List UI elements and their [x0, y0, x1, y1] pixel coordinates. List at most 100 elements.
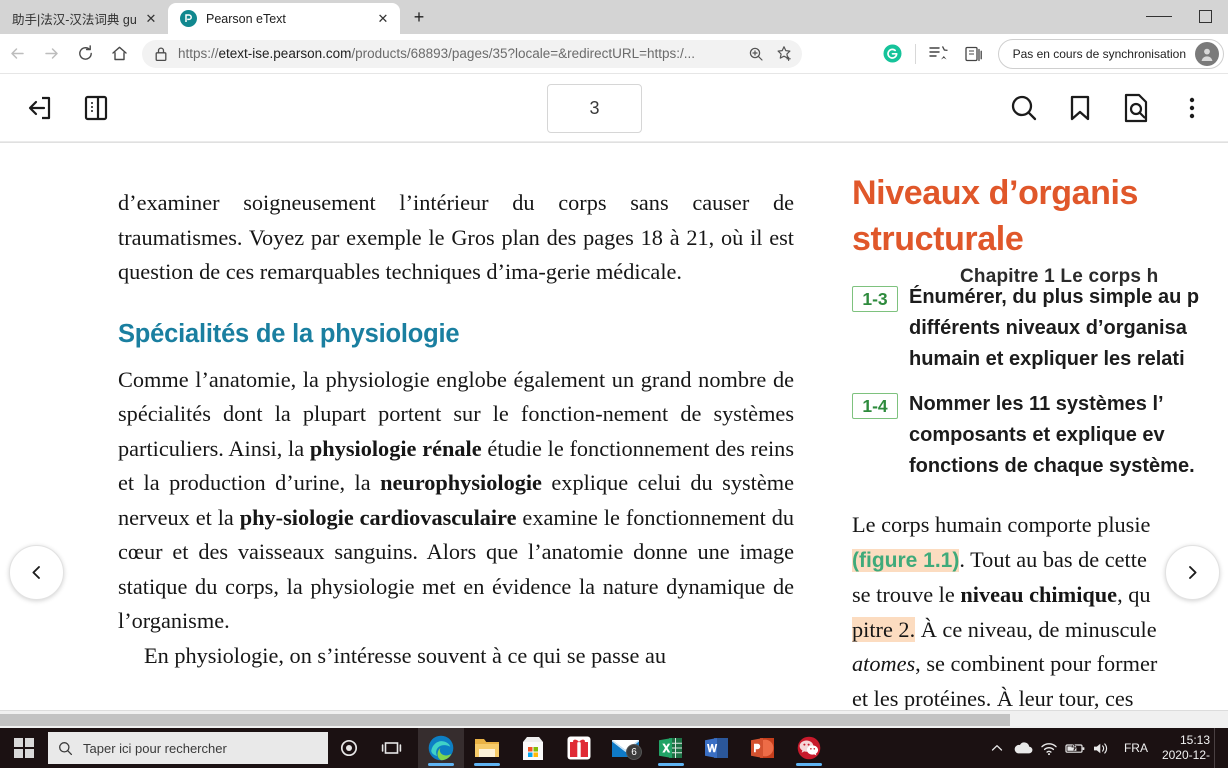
taskbar-app-word[interactable]	[694, 728, 740, 768]
favorites-list-icon[interactable]	[920, 37, 956, 71]
lock-icon	[154, 46, 168, 62]
taskbar-search-input[interactable]: Taper ici pour rechercher	[48, 732, 328, 764]
term-physiologie-cardiovasculaire: phy-siologie cardiovasculaire	[239, 504, 517, 530]
reload-icon[interactable]	[68, 37, 102, 71]
tray-chevron-up-icon[interactable]	[984, 728, 1010, 768]
wechat-icon	[797, 736, 821, 760]
objective-badge: 1-4	[852, 393, 898, 419]
home-icon[interactable]	[102, 37, 136, 71]
toggle-sidebar-icon[interactable]	[68, 80, 124, 136]
objective-row: 1-3 Énumérer, du plus simple au p différ…	[852, 282, 1228, 375]
horizontal-scrollbar[interactable]	[0, 710, 1228, 728]
edge-icon	[428, 735, 454, 761]
back-arrow-icon[interactable]	[0, 37, 34, 71]
taskbar-app-microsoft-store[interactable]	[510, 728, 556, 768]
learning-objectives-list: 1-3 Énumérer, du plus simple au p différ…	[852, 282, 1228, 482]
scrollbar-thumb[interactable]	[0, 714, 1010, 726]
sync-status-label: Pas en cours de synchronisation	[1012, 46, 1186, 61]
browser-tab-pearson-etext[interactable]: Pearson eText ✕	[168, 3, 400, 34]
taskbar-app-gift[interactable]	[556, 728, 602, 768]
onedrive-cloud-icon[interactable]	[1010, 728, 1036, 768]
next-page-button[interactable]	[1165, 545, 1220, 600]
browser-address-bar: https://etext-ise.pearson.com/products/6…	[0, 34, 1228, 74]
zoom-icon[interactable]	[742, 40, 770, 68]
term-atomes: atomes	[852, 651, 916, 676]
minimize-button[interactable]	[1136, 0, 1182, 32]
star-add-icon[interactable]	[770, 40, 798, 68]
search-icon[interactable]	[996, 80, 1052, 136]
tray-clock[interactable]: 15:13 2020-12-	[1158, 733, 1214, 763]
search-icon	[58, 741, 73, 756]
window-controls	[1136, 0, 1228, 32]
browser-toolbar-icons: Pas en cours de synchronisation	[875, 37, 1228, 71]
figure-reference-link[interactable]: (figure 1.1)	[852, 548, 960, 572]
browser-tab-dictionary[interactable]: 助手|法汉-汉法词典 gui是什 ✕	[0, 3, 168, 34]
page-search-icon[interactable]	[1108, 80, 1164, 136]
app-running-indicator	[428, 763, 454, 766]
body-line-atomes: atomes, se combinent pour former	[852, 651, 1158, 676]
taskbar-app-edge[interactable]	[418, 728, 464, 768]
microsoft-store-icon	[523, 736, 543, 760]
chevron-left-icon	[32, 566, 40, 579]
volume-icon[interactable]	[1088, 728, 1114, 768]
toolbar-divider	[914, 43, 916, 64]
taskbar-app-buttons: 6	[418, 728, 832, 768]
tray-language-indicator[interactable]: FRA	[1114, 741, 1158, 755]
exit-reader-icon[interactable]	[12, 80, 68, 136]
objective-row: 1-4 Nommer les 11 systèmes l’ composants…	[852, 389, 1228, 482]
app-running-indicator	[658, 763, 684, 766]
battery-charging-icon[interactable]	[1062, 728, 1088, 768]
more-vertical-icon[interactable]	[1164, 80, 1220, 136]
body-line-chapitre-ref: pitre 2. À ce niveau, de minuscule	[852, 616, 1157, 642]
word-icon	[705, 738, 728, 758]
page-left-column: d’examiner soigneusement l’intérieur du …	[118, 186, 794, 673]
close-icon[interactable]: ✕	[372, 8, 394, 30]
cortana-circle-icon[interactable]	[328, 728, 370, 768]
chapter-reference-highlight[interactable]: pitre 2.	[852, 616, 916, 642]
forward-arrow-icon[interactable]	[34, 37, 68, 71]
taskbar-app-mail[interactable]: 6	[602, 728, 648, 768]
collections-icon[interactable]	[956, 37, 992, 71]
maximize-button[interactable]	[1182, 0, 1228, 32]
avatar-icon	[1195, 41, 1219, 66]
wifi-icon[interactable]	[1036, 728, 1062, 768]
body-line: Le corps humain comporte plusie	[852, 512, 1151, 537]
term-niveau-chimique: niveau chimique	[960, 582, 1118, 607]
browser-tab-bar: 助手|法汉-汉法词典 gui是什 ✕ Pearson eText ✕ +	[0, 0, 1228, 34]
new-tab-button[interactable]: +	[404, 2, 434, 32]
grammarly-icon[interactable]	[875, 37, 911, 71]
paragraph-imaging: d’examiner soigneusement l’intérieur du …	[118, 190, 794, 284]
paragraph-en-physiologie: En physiologie, on s’intéresse souvent à…	[144, 642, 666, 668]
gift-icon	[567, 736, 591, 760]
etext-toolbar-left	[0, 80, 124, 136]
bookmark-icon[interactable]	[1052, 80, 1108, 136]
paragraph-corps-humain: Le corps humain comporte plusie (figure …	[852, 508, 1228, 710]
page-right-column: Niveaux d’organis structurale 1-3 Énumér…	[852, 170, 1228, 710]
tab-title: Pearson eText	[206, 11, 286, 26]
taskbar-app-file-explorer[interactable]	[464, 728, 510, 768]
close-icon[interactable]: ✕	[140, 8, 162, 30]
pearson-icon	[180, 10, 197, 27]
taskbar-app-powerpoint[interactable]	[740, 728, 786, 768]
tray-date: 2020-12-	[1161, 748, 1210, 762]
objective-text: Énumérer, du plus simple au p différents…	[909, 286, 1200, 370]
previous-page-button[interactable]	[9, 545, 64, 600]
browser-window: 助手|法汉-汉法词典 gui是什 ✕ Pearson eText ✕ +	[0, 0, 1228, 768]
paragraph-specialites: Comme l’anatomie, la physiologie englobe…	[118, 366, 795, 634]
windows-start-icon[interactable]	[0, 728, 48, 768]
term-physiologie-renale: physiologie rénale	[309, 435, 482, 461]
url-bar[interactable]: https://etext-ise.pearson.com/products/6…	[142, 39, 802, 68]
page-number-input[interactable]: 3	[547, 84, 642, 133]
taskbar-app-wechat[interactable]	[786, 728, 832, 768]
app-running-indicator	[796, 763, 822, 766]
sync-status-button[interactable]: Pas en cours de synchronisation	[997, 38, 1224, 69]
tray-time: 15:13	[1179, 733, 1210, 747]
objective-text: Nommer les 11 systèmes l’ composants et …	[909, 393, 1195, 477]
taskbar-app-excel[interactable]	[648, 728, 694, 768]
powerpoint-icon	[751, 738, 774, 758]
excel-icon	[659, 738, 682, 758]
show-desktop-button[interactable]	[1214, 728, 1222, 768]
tab-title: 助手|法汉-汉法词典 gui是什	[12, 13, 136, 27]
etext-toolbar-right	[996, 80, 1228, 136]
task-view-icon[interactable]	[370, 728, 412, 768]
